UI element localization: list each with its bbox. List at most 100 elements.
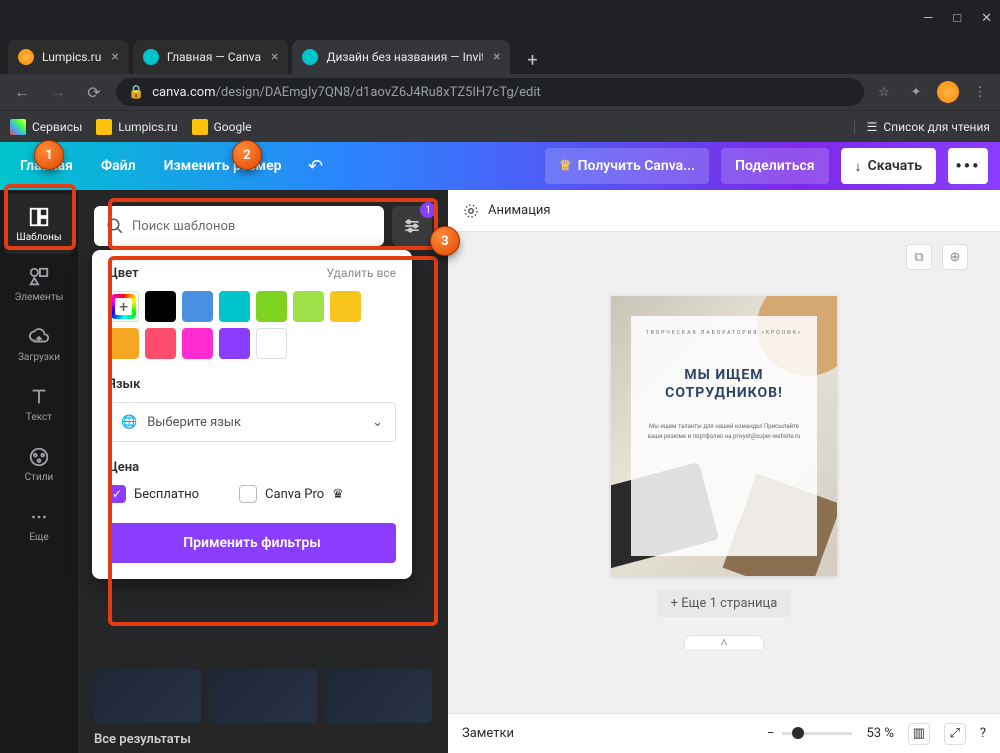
help-button[interactable]: ? bbox=[980, 726, 986, 741]
browser-tab-active[interactable]: Дизайн без названия — Invitat × bbox=[292, 40, 510, 74]
duplicate-page-icon[interactable]: ⧉ bbox=[906, 244, 932, 270]
tab-title: Главная — Canva bbox=[167, 50, 261, 64]
design-page[interactable]: ТВОРЧЕСКАЯ ЛАБОРАТОРИЯ «КРОЛИК» МЫ ИЩЕМ … bbox=[611, 296, 837, 576]
star-icon[interactable]: ☆ bbox=[872, 80, 896, 104]
search-icon bbox=[106, 217, 124, 235]
add-page-button[interactable]: + Еще 1 страница bbox=[657, 590, 792, 617]
sidebar-item-text[interactable]: Текст bbox=[4, 374, 74, 434]
color-swatch[interactable] bbox=[108, 328, 139, 359]
checkbox-free[interactable]: ✓ Бесплатно bbox=[108, 485, 199, 503]
window-minimize[interactable]: — bbox=[923, 11, 933, 26]
browser-tab[interactable]: Lumpics.ru × bbox=[8, 40, 129, 74]
checkbox-icon: ✓ bbox=[108, 485, 126, 503]
canvas-body[interactable]: ⧉ ⊕ ТВОРЧЕСКАЯ ЛАБОРАТОРИЯ «КРОЛИК» МЫ И… bbox=[448, 232, 1000, 713]
reading-list[interactable]: ☰Список для чтения bbox=[854, 120, 990, 134]
filter-popover: ЦветУдалить все Язык 🌐 Выберите язык ⌄ bbox=[92, 250, 412, 579]
color-swatches bbox=[108, 291, 396, 359]
tutorial-marker: 2 bbox=[232, 140, 262, 170]
styles-icon bbox=[28, 446, 50, 468]
close-icon[interactable]: × bbox=[493, 49, 500, 65]
close-icon[interactable]: × bbox=[271, 49, 278, 65]
bookmarks-bar: Сервисы Lumpics.ru Google ☰Список для чт… bbox=[0, 110, 1000, 142]
sidebar-item-templates[interactable]: Шаблоны bbox=[4, 194, 74, 254]
sliders-icon bbox=[402, 216, 422, 236]
back-button[interactable]: ← bbox=[8, 78, 36, 106]
tab-title: Дизайн без названия — Invitat bbox=[326, 50, 483, 64]
color-swatch[interactable] bbox=[256, 328, 287, 359]
search-placeholder: Поиск шаблонов bbox=[132, 219, 235, 234]
filter-button[interactable]: 1 bbox=[392, 206, 432, 246]
get-pro-button[interactable]: ♕Получить Canva... bbox=[545, 148, 709, 184]
page-title: МЫ ИЩЕМ СОТРУДНИКОВ! bbox=[665, 366, 783, 402]
apply-filters-button[interactable]: Применить фильтры bbox=[108, 523, 396, 563]
undo-button[interactable]: ↶ bbox=[302, 156, 330, 177]
menu-resize[interactable]: Изменить размер bbox=[156, 152, 290, 180]
search-input[interactable]: Поиск шаблонов bbox=[94, 206, 384, 246]
checkbox-pro[interactable]: Canva Pro ♛ bbox=[239, 485, 344, 503]
new-tab-button[interactable]: + bbox=[518, 46, 546, 74]
color-section-title: ЦветУдалить все bbox=[108, 266, 396, 281]
sidebar-item-more[interactable]: Еще bbox=[4, 494, 74, 554]
template-thumb[interactable] bbox=[325, 669, 432, 723]
page-overlay: ТВОРЧЕСКАЯ ЛАБОРАТОРИЯ «КРОЛИК» МЫ ИЩЕМ … bbox=[631, 316, 817, 556]
tutorial-marker: 3 bbox=[430, 226, 460, 256]
page-body: Мы ищем таланты для нашей команды! Присы… bbox=[645, 422, 803, 441]
profile-avatar[interactable] bbox=[936, 80, 960, 104]
download-icon: ↓ bbox=[855, 158, 862, 175]
color-swatch[interactable] bbox=[330, 291, 361, 322]
browser-tabstrip: Lumpics.ru × Главная — Canva × Дизайн бе… bbox=[0, 36, 1000, 74]
share-button[interactable]: Поделиться bbox=[721, 148, 828, 184]
color-swatch[interactable] bbox=[256, 291, 287, 322]
color-swatch[interactable] bbox=[182, 291, 213, 322]
color-swatch[interactable] bbox=[145, 328, 176, 359]
menu-file[interactable]: Файл bbox=[93, 152, 144, 180]
sidebar-item-styles[interactable]: Стили bbox=[4, 434, 74, 494]
color-swatch[interactable] bbox=[293, 291, 324, 322]
clear-all-link[interactable]: Удалить все bbox=[327, 266, 396, 281]
color-swatch[interactable] bbox=[219, 328, 250, 359]
browser-tab[interactable]: Главная — Canva × bbox=[133, 40, 289, 74]
language-select[interactable]: 🌐 Выберите язык ⌄ bbox=[108, 402, 396, 442]
close-icon[interactable]: × bbox=[111, 49, 118, 65]
window-maximize[interactable]: □ bbox=[953, 10, 961, 26]
tutorial-marker: 1 bbox=[34, 140, 64, 170]
filter-badge: 1 bbox=[420, 202, 436, 218]
crown-icon: ♕ bbox=[559, 158, 572, 174]
zoom-slider[interactable] bbox=[782, 732, 852, 735]
pages-icon[interactable]: ▥ bbox=[908, 723, 930, 745]
forward-button[interactable]: → bbox=[44, 78, 72, 106]
collapse-handle[interactable]: ˄ bbox=[684, 635, 764, 649]
canva-topbar: Главная Файл Изменить размер ↶ ♕Получить… bbox=[0, 142, 1000, 190]
more-button[interactable]: ••• bbox=[948, 148, 988, 184]
template-thumb[interactable] bbox=[209, 669, 316, 723]
color-swatch[interactable] bbox=[182, 328, 213, 359]
bookmark-lumpics[interactable]: Lumpics.ru bbox=[96, 119, 177, 135]
bookmark-services[interactable]: Сервисы bbox=[10, 119, 82, 135]
tab-title: Lumpics.ru bbox=[42, 50, 101, 64]
zoom-control[interactable]: − bbox=[767, 726, 852, 741]
url-input[interactable]: 🔒 canva.com /design/DAEmgIy7QN8/d1aovZ6J… bbox=[116, 78, 864, 106]
fullscreen-icon[interactable]: ⤢ bbox=[944, 723, 966, 745]
color-swatch[interactable] bbox=[145, 291, 176, 322]
sidebar-item-uploads[interactable]: Загрузки bbox=[4, 314, 74, 374]
animation-icon bbox=[462, 202, 480, 220]
canvas-toolbar: Анимация bbox=[448, 190, 1000, 232]
price-section-title: Цена bbox=[108, 460, 396, 475]
notes-button[interactable]: Заметки bbox=[462, 726, 514, 741]
color-swatch[interactable] bbox=[219, 291, 250, 322]
menu-icon[interactable]: ⋮ bbox=[968, 80, 992, 104]
extensions-icon[interactable]: ✦ bbox=[904, 80, 928, 104]
template-thumb[interactable] bbox=[94, 669, 201, 723]
sidebar-item-elements[interactable]: Элементы bbox=[4, 254, 74, 314]
animation-button[interactable]: Анимация bbox=[488, 203, 551, 218]
all-results-label: Все результаты bbox=[94, 732, 191, 747]
upload-icon bbox=[28, 326, 50, 348]
more-icon bbox=[28, 506, 50, 528]
add-color-swatch[interactable] bbox=[108, 291, 139, 322]
bookmark-google[interactable]: Google bbox=[192, 119, 252, 135]
canvas-footer: Заметки − 53 % ▥ ⤢ ? bbox=[448, 713, 1000, 753]
add-page-icon[interactable]: ⊕ bbox=[942, 244, 968, 270]
window-close[interactable]: ✕ bbox=[981, 11, 992, 26]
reload-button[interactable]: ⟳ bbox=[80, 78, 108, 106]
download-button[interactable]: ↓Скачать bbox=[841, 148, 936, 184]
